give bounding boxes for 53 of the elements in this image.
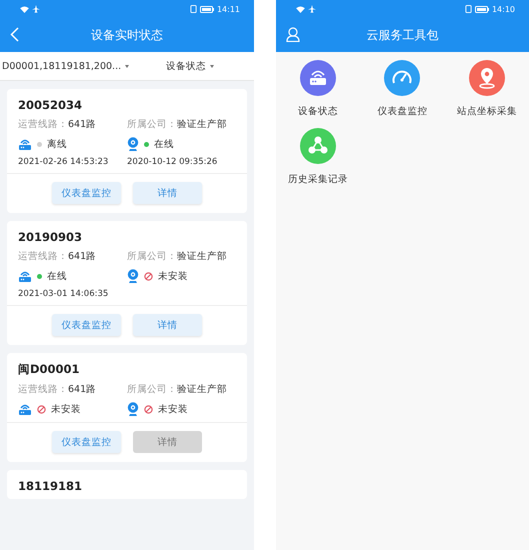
caret-icon — [210, 64, 214, 68]
field-value: 验证生产部 — [177, 118, 227, 131]
wifi-icon — [296, 6, 305, 12]
timestamp: 2021-02-26 14:53:23 — [18, 157, 108, 167]
status-text: 未安装 — [51, 402, 81, 416]
field-label: 运营线路： — [18, 118, 68, 131]
timestamp: 2020-10-12 09:35:26 — [127, 157, 218, 167]
wifi-icon — [20, 6, 29, 12]
webcam-icon — [127, 269, 139, 283]
webcam-icon — [127, 402, 139, 416]
tool-tile[interactable]: 仪表盘监控 — [360, 60, 445, 118]
field-value: 641路 — [68, 383, 96, 396]
status-text: 离线 — [47, 138, 67, 150]
tool-tile[interactable]: 历史采集记录 — [276, 128, 360, 186]
device-id: 20052034 — [18, 98, 84, 112]
field-label: 运营线路： — [18, 250, 68, 263]
field-value: 验证生产部 — [177, 383, 227, 396]
webcam-icon — [127, 137, 139, 151]
clock-time: 14:11 — [216, 4, 240, 14]
caret-icon — [125, 64, 130, 68]
filter-dropdown[interactable]: D00001,18119181,200... — [2, 60, 130, 72]
screen-title: 云服务工具包 — [366, 26, 438, 44]
airplane-icon — [308, 5, 316, 13]
device-id: 闽D00001 — [18, 362, 81, 377]
field-label: 所属公司： — [127, 118, 177, 131]
tool-tile[interactable]: 站点坐标采集 — [444, 60, 529, 118]
field-label: 运营线路： — [18, 383, 68, 396]
field-value: 641路 — [68, 250, 96, 263]
vibrate-icon — [190, 5, 197, 13]
airplane-icon — [32, 5, 40, 13]
status-text: 在线 — [154, 138, 174, 150]
battery-icon — [200, 6, 214, 12]
status-text: 在线 — [47, 270, 67, 282]
device-id: 20190903 — [18, 230, 84, 244]
status-text: 未安装 — [158, 270, 188, 282]
field-label: 所属公司： — [127, 250, 177, 263]
clock-time: 14:10 — [492, 4, 515, 14]
timestamp: 2021-03-01 14:06:35 — [18, 289, 108, 299]
router-icon — [18, 270, 32, 282]
screen-title: 设备实时状态 — [91, 26, 163, 44]
field-label: 所属公司： — [127, 383, 177, 396]
field-value: 641路 — [68, 118, 96, 131]
field-value: 验证生产部 — [177, 250, 227, 263]
user-icon[interactable] — [286, 27, 300, 42]
device-id: 18119181 — [18, 479, 84, 493]
back-icon[interactable] — [10, 27, 19, 42]
vibrate-icon — [464, 5, 472, 13]
filter-dropdown[interactable]: 设备状态 — [166, 60, 214, 72]
tool-tile[interactable]: 设备状态 — [276, 60, 360, 118]
router-icon — [18, 138, 32, 150]
battery-icon — [474, 6, 489, 12]
router-icon — [18, 402, 32, 416]
status-text: 未安装 — [158, 402, 188, 416]
